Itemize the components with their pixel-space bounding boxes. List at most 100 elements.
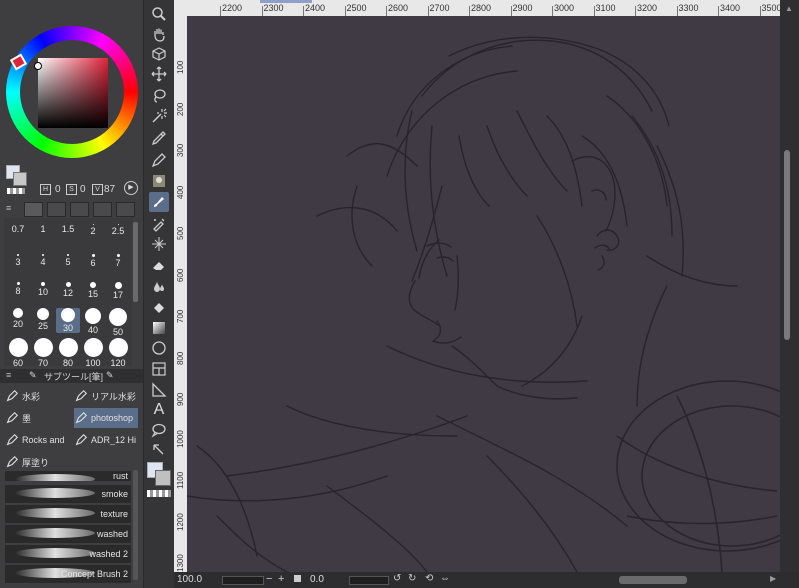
sparkle-icon[interactable] <box>149 234 169 254</box>
airbrush-icon[interactable] <box>149 214 169 234</box>
object-icon[interactable] <box>149 44 169 64</box>
tab-tool-property[interactable] <box>47 202 66 217</box>
frame-icon[interactable] <box>149 359 169 379</box>
subtool-item[interactable]: Rocks and <box>5 430 69 450</box>
subtool-item[interactable]: photoshop <box>74 408 138 428</box>
brush-size-cell[interactable]: 60 <box>6 338 30 368</box>
brush-list-item[interactable]: Concept Brush 2 <box>5 565 131 583</box>
move-icon[interactable] <box>149 64 169 84</box>
vertical-scroll-thumb[interactable] <box>784 150 790 340</box>
decoration-icon[interactable] <box>149 171 169 191</box>
flip-icon[interactable]: ⇔ <box>440 573 450 584</box>
saturation-value-square[interactable] <box>38 58 108 128</box>
fill-icon[interactable] <box>149 298 169 318</box>
brush-size-cell[interactable]: 25 <box>31 308 55 331</box>
brush-size-cell[interactable]: 120 <box>106 338 130 368</box>
brush-size-cell[interactable]: 17 <box>106 282 130 300</box>
brush-size-cell[interactable]: 12 <box>56 282 80 298</box>
eyedropper-icon[interactable] <box>149 128 169 148</box>
brush-icon[interactable] <box>149 192 169 212</box>
toolbar-sub-color[interactable] <box>155 470 171 486</box>
zoom-slider[interactable] <box>222 576 264 585</box>
transparent-swatch[interactable] <box>7 188 25 194</box>
brush-list-scrollbar[interactable] <box>133 470 138 580</box>
brush-list-item[interactable]: smoke <box>5 485 131 503</box>
brush-size-cell[interactable]: 20 <box>6 308 30 329</box>
subtool-item[interactable]: 水彩 <box>5 386 69 406</box>
brush-grid-scrollbar[interactable] <box>133 222 138 302</box>
brush-size-cell[interactable]: 100 <box>81 338 105 368</box>
brush-list-item[interactable]: washed 2 <box>5 545 131 563</box>
panel-menu-icon-2[interactable]: ≡ <box>6 370 11 380</box>
horizontal-scroll-thumb[interactable] <box>619 576 687 584</box>
brush-size-cell[interactable]: 4 <box>31 254 55 267</box>
angle-value[interactable]: 0.0 <box>310 574 324 585</box>
blend-icon[interactable] <box>149 276 169 296</box>
brush-size-cell[interactable]: 80 <box>56 338 80 368</box>
sv-marker[interactable] <box>34 62 42 70</box>
panel-menu-icon[interactable]: ≡ <box>6 203 11 213</box>
scroll-right-icon[interactable]: ▶ <box>770 574 776 583</box>
brush-list-item[interactable]: rust <box>5 471 131 481</box>
ruler-icon[interactable] <box>149 380 169 400</box>
play-circle-icon[interactable]: ▶ <box>124 181 138 195</box>
sub-color-swatch[interactable] <box>13 172 27 186</box>
tab-layer[interactable] <box>70 202 89 217</box>
subtool-item-label: 水彩 <box>22 391 41 402</box>
brush-size-cell[interactable]: 0.7 <box>6 224 30 234</box>
magic-wand-icon[interactable] <box>149 106 169 126</box>
zoom-value[interactable]: 100.0 <box>177 574 202 585</box>
brush-pen-icon <box>75 411 88 424</box>
brush-size-label: 1 <box>40 224 46 234</box>
pen-icon[interactable] <box>149 150 169 170</box>
brush-size-cell[interactable]: 1.5 <box>56 224 80 234</box>
tab-more[interactable] <box>116 202 135 217</box>
brush-size-cell[interactable]: 7 <box>106 254 130 268</box>
hand-icon[interactable] <box>149 24 169 44</box>
brush-size-cell[interactable]: 30 <box>56 308 80 333</box>
angle-slider[interactable] <box>349 576 389 585</box>
brush-list-item[interactable]: washed <box>5 525 131 543</box>
brush-size-cell[interactable]: 50 <box>106 308 130 337</box>
balloon-icon[interactable] <box>149 420 169 440</box>
brush-size-cell[interactable]: 15 <box>81 282 105 299</box>
figure-icon[interactable] <box>149 338 169 358</box>
subtool-item[interactable]: ADR_12 Hi <box>74 430 138 450</box>
brush-size-cell[interactable]: 8 <box>6 282 30 296</box>
rotate-right-icon[interactable]: ↻ <box>408 573 416 584</box>
subtool-item[interactable]: リアル水彩 <box>74 386 138 406</box>
brush-size-cell[interactable]: 70 <box>31 338 55 368</box>
rotate-left-icon[interactable]: ↺ <box>393 573 401 584</box>
subtool-item-label: ADR_12 Hi <box>91 435 137 445</box>
brush-tab-icon[interactable]: ✎ <box>106 370 114 381</box>
brush-size-cell[interactable]: 10 <box>31 282 55 297</box>
zoom-out-icon[interactable]: − <box>266 573 272 585</box>
brush-size-cell[interactable]: 40 <box>81 308 105 335</box>
brush-list-label: washed <box>96 529 128 539</box>
tab-brush-size[interactable] <box>24 202 43 217</box>
scroll-up-icon[interactable]: ▲ <box>785 4 793 13</box>
ruler-left-label: 700 <box>176 309 185 323</box>
actual-size-icon[interactable] <box>294 575 301 582</box>
eraser-icon[interactable] <box>149 255 169 275</box>
correction-icon[interactable] <box>149 440 169 460</box>
brush-list-item[interactable]: texture <box>5 505 131 523</box>
brush-size-cell[interactable]: 6 <box>81 254 105 268</box>
brush-size-cell[interactable]: 2.5 <box>106 224 130 236</box>
zoom-in-icon[interactable]: + <box>278 573 284 585</box>
subtool-item[interactable]: 墨 <box>5 408 69 428</box>
brush-size-cell[interactable]: 2 <box>81 224 105 236</box>
gradient-icon[interactable] <box>149 318 169 338</box>
drawing-canvas[interactable] <box>187 16 780 572</box>
reset-rotation-icon[interactable]: ⟲ <box>425 573 433 584</box>
brush-size-cell[interactable]: 5 <box>56 254 80 267</box>
brush-size-cell[interactable]: 3 <box>6 254 30 267</box>
ruler-left-label: 1200 <box>176 512 185 531</box>
text-icon[interactable]: A <box>149 400 169 420</box>
brush-size-cell[interactable]: 1 <box>31 224 55 234</box>
lasso-icon[interactable] <box>149 86 169 106</box>
zoom-icon[interactable] <box>149 4 169 24</box>
toolbar-transparent-color[interactable] <box>147 490 171 497</box>
subtool-item[interactable]: 厚塗り <box>5 452 69 472</box>
tab-navigator[interactable] <box>93 202 112 217</box>
